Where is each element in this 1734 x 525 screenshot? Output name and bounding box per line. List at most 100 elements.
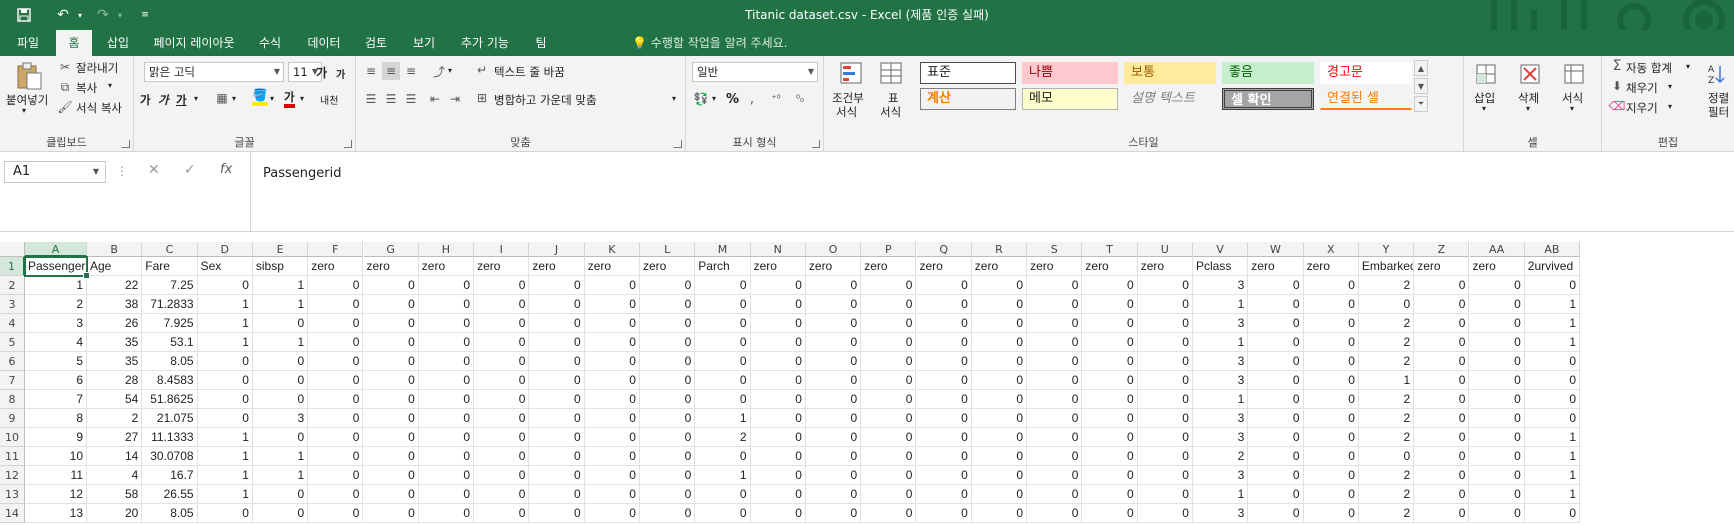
formula-input[interactable]: Passengerid: [250, 152, 1734, 232]
data-cell[interactable]: 1: [1524, 428, 1581, 447]
data-cell[interactable]: 0: [418, 295, 475, 314]
delete-cells-icon[interactable]: [1516, 60, 1544, 88]
column-header[interactable]: O: [805, 242, 862, 257]
data-cell[interactable]: 0: [1082, 485, 1138, 504]
data-cell[interactable]: 0: [1358, 295, 1415, 314]
header-cell[interactable]: zero: [861, 257, 917, 276]
data-cell[interactable]: 2: [1358, 276, 1415, 295]
data-cell[interactable]: 0: [474, 447, 530, 466]
data-cell[interactable]: 0: [1303, 409, 1359, 428]
data-cell[interactable]: 0: [529, 485, 585, 504]
data-cell[interactable]: 0: [418, 276, 475, 295]
merge-center-button[interactable]: 병합하고 가운데 맞춤: [494, 92, 597, 108]
underline-dropdown-icon[interactable]: ▾: [194, 94, 198, 103]
data-cell[interactable]: 1: [695, 466, 751, 485]
data-cell[interactable]: 0: [474, 276, 530, 295]
data-cell[interactable]: 0: [1082, 428, 1138, 447]
borders-dropdown-icon[interactable]: ▾: [232, 94, 236, 103]
header-cell[interactable]: zero: [640, 257, 696, 276]
data-cell[interactable]: 0: [1469, 428, 1525, 447]
header-cell[interactable]: zero: [1027, 257, 1083, 276]
data-cell[interactable]: 0: [418, 390, 475, 409]
data-cell[interactable]: 2: [1193, 447, 1249, 466]
data-cell[interactable]: 0: [916, 428, 972, 447]
data-cell[interactable]: 0: [1469, 466, 1525, 485]
data-cell[interactable]: 0: [971, 428, 1028, 447]
data-cell[interactable]: 3: [1193, 466, 1249, 485]
data-cell[interactable]: 2: [1358, 352, 1415, 371]
data-cell[interactable]: 0: [916, 504, 972, 523]
data-cell[interactable]: 0: [1137, 390, 1193, 409]
data-cell[interactable]: 11: [25, 466, 87, 485]
data-cell[interactable]: 0: [474, 371, 530, 390]
align-top-icon[interactable]: ≡: [362, 62, 380, 80]
data-cell[interactable]: 0: [529, 504, 585, 523]
column-header[interactable]: P: [861, 242, 917, 257]
data-cell[interactable]: 0: [805, 352, 862, 371]
column-header[interactable]: N: [750, 242, 806, 257]
data-cell[interactable]: 3: [1193, 504, 1249, 523]
data-cell[interactable]: 0: [1027, 352, 1083, 371]
data-cell[interactable]: 0: [805, 504, 862, 523]
column-header[interactable]: Z: [1414, 242, 1470, 257]
data-cell[interactable]: 0: [1137, 352, 1193, 371]
data-cell[interactable]: 0: [805, 428, 862, 447]
data-cell[interactable]: 0: [640, 447, 696, 466]
style-explanatory[interactable]: 설명 텍스트: [1124, 88, 1216, 110]
data-cell[interactable]: 0: [1248, 352, 1304, 371]
data-cell[interactable]: 0: [1414, 276, 1470, 295]
data-cell[interactable]: 0: [1027, 409, 1083, 428]
data-cell[interactable]: 2: [1358, 428, 1415, 447]
borders-icon[interactable]: ▦: [214, 90, 230, 106]
data-cell[interactable]: 0: [861, 466, 917, 485]
data-cell[interactable]: 0: [363, 485, 419, 504]
data-cell[interactable]: 1: [1358, 371, 1415, 390]
orientation-icon[interactable]: ⤴: [430, 62, 448, 80]
data-cell[interactable]: 8.05: [142, 352, 198, 371]
data-cell[interactable]: 3: [1193, 314, 1249, 333]
data-cell[interactable]: 0: [805, 314, 862, 333]
data-cell[interactable]: 0: [861, 428, 917, 447]
data-cell[interactable]: 1: [695, 409, 751, 428]
data-cell[interactable]: 0: [1414, 333, 1470, 352]
data-cell[interactable]: 0: [750, 504, 806, 523]
fill-button[interactable]: 채우기: [1626, 80, 1658, 96]
data-cell[interactable]: 0: [1082, 409, 1138, 428]
data-cell[interactable]: 0: [1303, 352, 1359, 371]
header-cell[interactable]: zero: [418, 257, 475, 276]
data-cell[interactable]: 0: [640, 333, 696, 352]
data-cell[interactable]: 0: [1248, 428, 1304, 447]
data-cell[interactable]: 0: [252, 371, 309, 390]
data-cell[interactable]: 0: [308, 409, 364, 428]
data-cell[interactable]: 0: [474, 314, 530, 333]
data-cell[interactable]: 0: [916, 333, 972, 352]
data-cell[interactable]: 0: [584, 428, 640, 447]
data-cell[interactable]: 0: [805, 390, 862, 409]
column-header[interactable]: J: [529, 242, 585, 257]
row-header[interactable]: 11: [0, 447, 25, 466]
data-cell[interactable]: 30.0708: [142, 447, 198, 466]
row-header[interactable]: 8: [0, 390, 25, 409]
data-cell[interactable]: 0: [861, 485, 917, 504]
data-cell[interactable]: 28: [87, 371, 143, 390]
row-header[interactable]: 4: [0, 314, 25, 333]
data-cell[interactable]: 0: [750, 390, 806, 409]
row-header[interactable]: 13: [0, 485, 25, 504]
data-cell[interactable]: 6: [25, 371, 87, 390]
sort-filter-icon[interactable]: AZ: [1704, 60, 1732, 88]
data-cell[interactable]: 0: [363, 352, 419, 371]
data-cell[interactable]: 0: [308, 371, 364, 390]
data-cell[interactable]: 0: [1082, 352, 1138, 371]
data-cell[interactable]: 0: [971, 466, 1028, 485]
data-cell[interactable]: 0: [1303, 504, 1359, 523]
data-cell[interactable]: 0: [418, 504, 475, 523]
data-cell[interactable]: 0: [971, 333, 1028, 352]
data-cell[interactable]: 0: [308, 390, 364, 409]
data-cell[interactable]: 1: [197, 485, 253, 504]
data-cell[interactable]: 8.05: [142, 504, 198, 523]
data-cell[interactable]: 0: [1027, 390, 1083, 409]
format-painter-button[interactable]: 서식 복사: [76, 100, 122, 116]
data-cell[interactable]: 21.075: [142, 409, 198, 428]
data-cell[interactable]: 0: [1082, 504, 1138, 523]
style-neutral[interactable]: 보통: [1124, 62, 1216, 84]
